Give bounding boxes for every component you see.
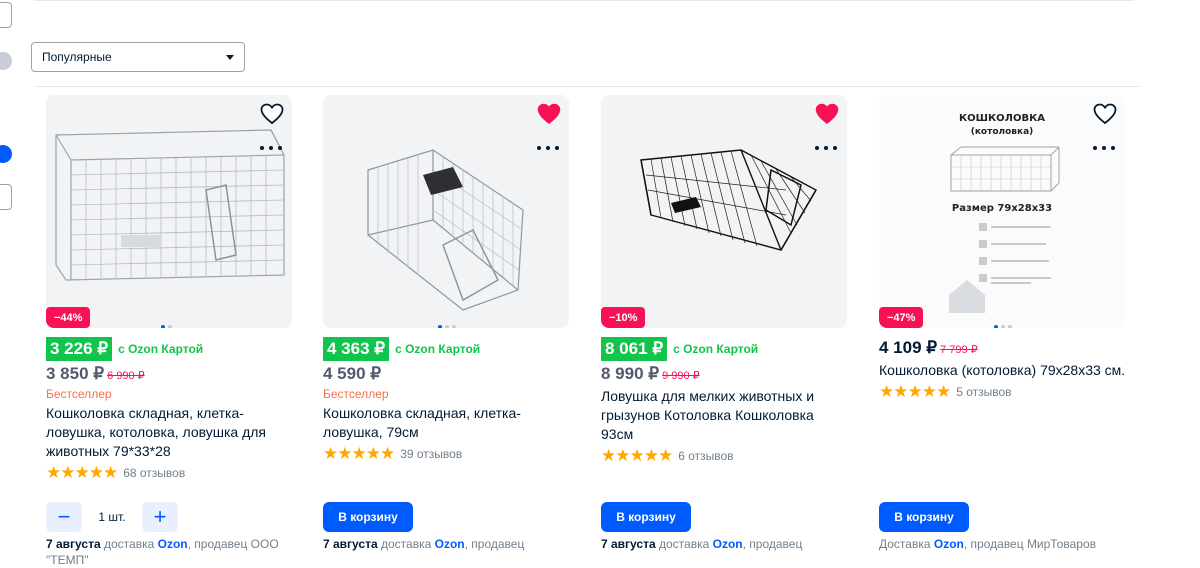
seller-text[interactable]: , продавец (743, 537, 803, 551)
delivery-date: 7 августа (601, 537, 656, 551)
more-options-icon[interactable] (815, 141, 837, 155)
ozon-card-label: с Ozon Картой (395, 342, 481, 356)
ozon-link[interactable]: Ozon (713, 537, 743, 551)
filter-checkbox[interactable] (0, 184, 12, 210)
delivery-info: 7 августа доставка Ozon, продавец ООО "Т… (46, 536, 286, 568)
filter-checkbox[interactable] (0, 2, 12, 28)
delivery-info: 7 августа доставка Ozon, продавец (323, 536, 563, 552)
chevron-down-icon (226, 54, 234, 60)
star-icon: ★★★★★ (601, 446, 673, 465)
regular-price: 4 109 ₽ (879, 338, 938, 357)
product-card[interactable]: 4 363 ₽ с Ozon Картой 4 590 ₽ Бестселлер… (323, 95, 571, 464)
heart-icon-filled[interactable] (537, 103, 561, 125)
ozon-card-label: с Ozon Картой (673, 342, 759, 356)
image-pager (438, 325, 456, 328)
sort-label: Популярные (42, 50, 112, 64)
product-image[interactable]: −10% (601, 95, 847, 328)
heart-icon-filled[interactable] (815, 103, 839, 125)
bestseller-badge: Бестселлер (46, 387, 112, 401)
add-to-cart-button[interactable]: В корзину (879, 502, 969, 532)
ozon-card-price: 4 363 ₽ (323, 337, 390, 361)
reviews-count: 68 отзывов (123, 466, 186, 480)
heart-icon[interactable] (260, 103, 284, 125)
regular-price: 4 590 ₽ (323, 364, 382, 383)
product-image[interactable] (323, 95, 569, 328)
quantity-stepper[interactable]: − 1 шт. + (46, 502, 178, 532)
top-divider (34, 0, 1134, 1)
reviews-count: 6 отзывов (678, 449, 734, 463)
regular-price: 3 850 ₽ (46, 364, 105, 383)
rating[interactable]: ★★★★★ 6 отзывов (601, 446, 849, 466)
regular-price: 8 990 ₽ (601, 364, 660, 383)
product-card[interactable]: КОШКОЛОВКА (котоловка) Размер 79х28х33 −… (879, 95, 1127, 402)
old-price: 7 799 ₽ (940, 344, 978, 356)
discount-badge: −44% (46, 307, 91, 328)
more-options-icon[interactable] (1093, 141, 1115, 155)
star-icon: ★★★★★ (323, 444, 395, 463)
product-image[interactable]: КОШКОЛОВКА (котоловка) Размер 79х28х33 −… (879, 95, 1125, 328)
delivery-text: доставка (104, 537, 155, 551)
discount-badge: −10% (601, 307, 646, 328)
product-card[interactable]: −44% 3 226 ₽ с Ozon Картой 3 850 ₽ 6 990… (46, 95, 294, 483)
delivery-text: доставка (381, 537, 432, 551)
add-to-cart-button[interactable]: В корзину (601, 502, 691, 532)
old-price: 9 990 ₽ (662, 370, 700, 382)
ozon-card-price: 8 061 ₽ (601, 337, 668, 361)
grid-divider (34, 86, 1140, 87)
rating[interactable]: ★★★★★ 68 отзывов (46, 463, 294, 483)
ozon-link[interactable]: Ozon (934, 537, 964, 551)
product-title[interactable]: Кошколовка складная, клетка-ловушка, 79с… (323, 404, 571, 442)
bestseller-badge: Бестселлер (323, 387, 389, 401)
product-image[interactable]: −44% (46, 95, 292, 328)
filter-radio-selected[interactable] (0, 145, 12, 163)
ozon-link[interactable]: Ozon (435, 537, 465, 551)
product-title[interactable]: Кошколовка (котоловка) 79х28х33 см. (879, 361, 1127, 380)
product-card[interactable]: −10% 8 061 ₽ с Ozon Картой 8 990 ₽ 9 990… (601, 95, 849, 466)
image-pager (994, 325, 1012, 328)
quantity-value: 1 шт. (98, 510, 126, 524)
delivery-text: доставка (659, 537, 710, 551)
sort-dropdown[interactable]: Популярные (31, 42, 245, 72)
rating[interactable]: ★★★★★ 5 отзывов (879, 382, 1127, 402)
increase-button[interactable]: + (142, 502, 178, 532)
star-icon: ★★★★★ (879, 382, 951, 401)
discount-badge: −47% (879, 307, 924, 328)
image-title: КОШКОЛОВКА (959, 113, 1045, 124)
product-title[interactable]: Кошколовка складная, клетка-ловушка, кот… (46, 404, 294, 461)
product-title[interactable]: Ловушка для мелких животных и грызунов К… (601, 387, 849, 444)
decrease-button[interactable]: − (46, 502, 82, 532)
old-price: 6 990 ₽ (107, 370, 145, 382)
seller-text[interactable]: , продавец (465, 537, 525, 551)
image-size-label: Размер 79х28х33 (952, 203, 1052, 214)
seller-text[interactable]: , продавец МирТоваров (964, 537, 1096, 551)
delivery-date: 7 августа (46, 537, 101, 551)
image-subtitle: (котоловка) (971, 127, 1034, 137)
more-options-icon[interactable] (537, 141, 559, 155)
ozon-card-label: с Ozon Картой (118, 342, 204, 356)
delivery-info: Доставка Ozon, продавец МирТоваров (879, 536, 1119, 552)
star-icon: ★★★★★ (46, 463, 118, 482)
delivery-text: Доставка (879, 537, 931, 551)
add-to-cart-button[interactable]: В корзину (323, 502, 413, 532)
more-options-icon[interactable] (260, 141, 282, 155)
ozon-link[interactable]: Ozon (158, 537, 188, 551)
ozon-card-price: 3 226 ₽ (46, 337, 113, 361)
heart-icon[interactable] (1093, 103, 1117, 125)
filter-radio[interactable] (0, 52, 12, 70)
image-pager (161, 325, 172, 328)
rating[interactable]: ★★★★★ 39 отзывов (323, 444, 571, 464)
reviews-count: 39 отзывов (400, 447, 463, 461)
delivery-date: 7 августа (323, 537, 378, 551)
reviews-count: 5 отзывов (956, 385, 1012, 399)
delivery-info: 7 августа доставка Ozon, продавец (601, 536, 841, 552)
